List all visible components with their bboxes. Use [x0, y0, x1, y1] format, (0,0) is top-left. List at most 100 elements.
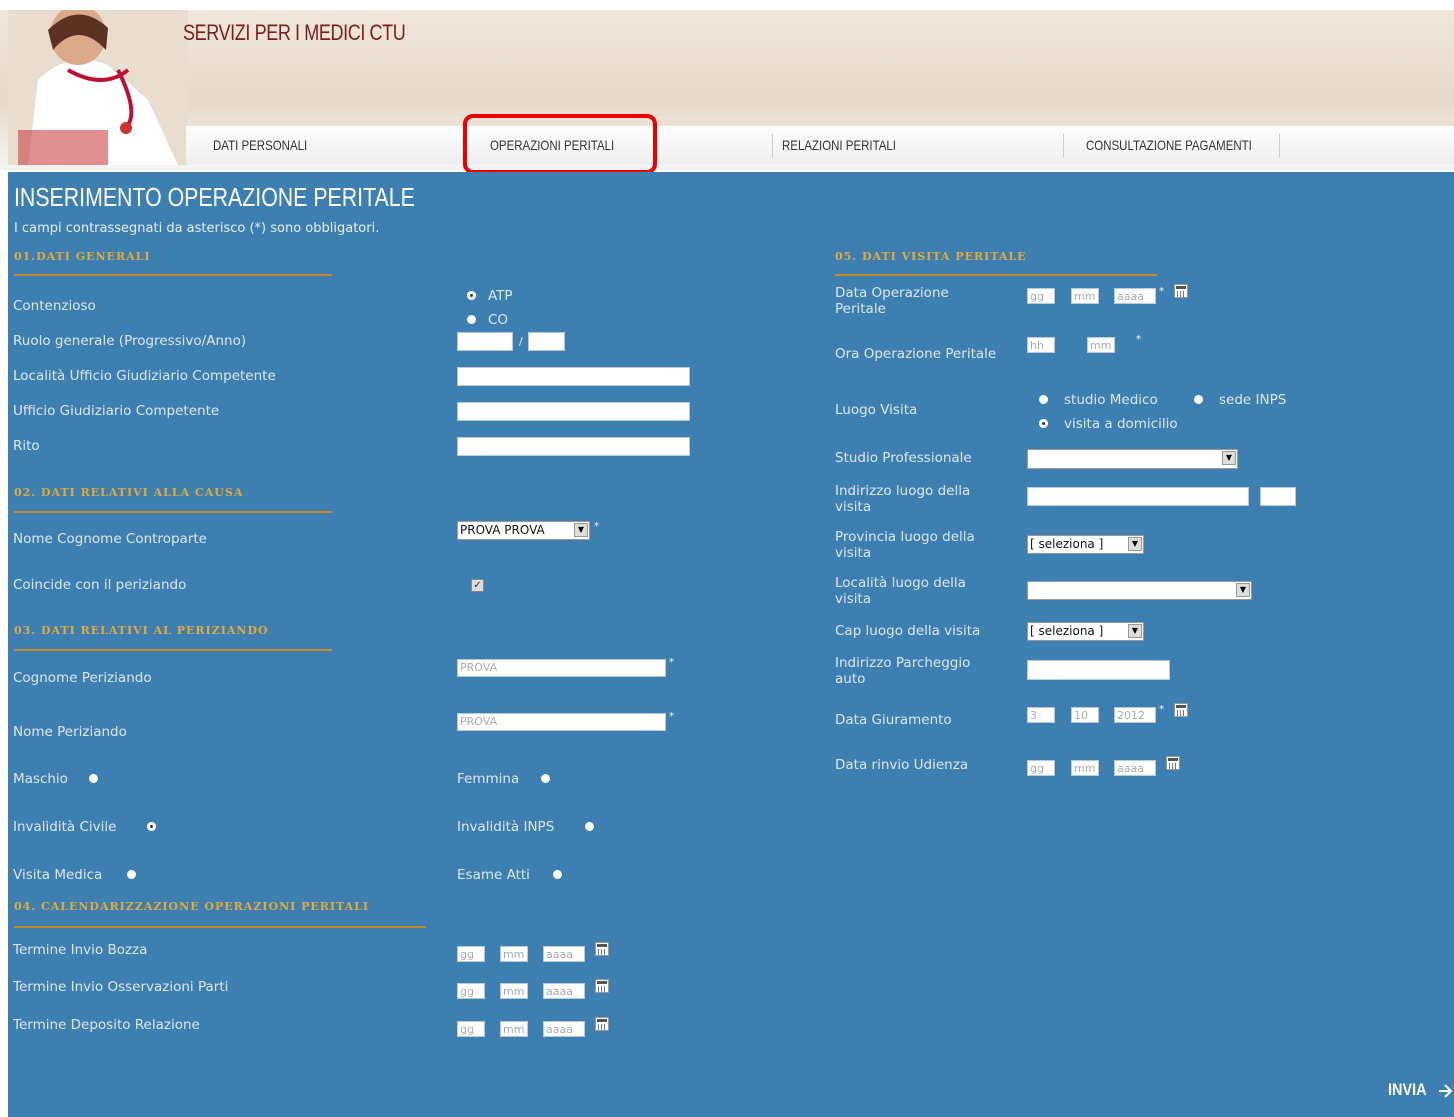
termine-deposito-day[interactable]: gg	[457, 1021, 485, 1037]
required-asterisk: *	[1136, 334, 1141, 345]
visita-medica-label: Visita Medica	[13, 867, 103, 883]
cap-visita-select[interactable]: [ seleziona ] ▼	[1027, 622, 1144, 641]
data-operazione-month[interactable]: mm	[1071, 288, 1099, 304]
calendar-icon[interactable]	[595, 942, 609, 956]
nav-dati-personali[interactable]: DATI PERSONALI	[213, 126, 307, 164]
calendar-icon[interactable]	[1166, 756, 1180, 770]
ruolo-separator: /	[519, 335, 523, 348]
section-title-calendarizzazione: 04. CALENDARIZZAZIONE OPERAZIONI PERITAL…	[14, 900, 370, 913]
data-rinvio-label: Data rinvio Udienza	[835, 757, 969, 773]
ruolo-anno-input[interactable]	[528, 332, 565, 351]
termine-bozza-year[interactable]: aaaa	[543, 946, 585, 962]
parcheggio-input[interactable]	[1027, 660, 1170, 680]
main-nav: DATI PERSONALI OPERAZIONI PERITALI RELAZ…	[186, 126, 1454, 164]
chevron-down-icon: ▼	[1236, 583, 1250, 597]
required-asterisk: *	[669, 657, 674, 668]
coincide-label: Coincide con il periziando	[13, 577, 187, 593]
invalidita-inps-radio[interactable]	[585, 822, 594, 831]
section-underline	[14, 274, 332, 276]
nav-divider	[1279, 134, 1280, 158]
termine-deposito-month[interactable]: mm	[500, 1021, 528, 1037]
header-top-strip	[0, 0, 1454, 10]
rito-label: Rito	[13, 438, 40, 454]
rinvio-month[interactable]: mm	[1071, 760, 1099, 776]
invalidita-civile-radio[interactable]	[147, 822, 156, 831]
ufficio-input[interactable]	[457, 402, 690, 421]
site-title: SERVIZI PER I MEDICI CTU	[183, 20, 406, 45]
luogo-domicilio-radio[interactable]	[1039, 419, 1048, 428]
header: SERVIZI PER I MEDICI CTU DATI PERSONALI …	[0, 0, 1454, 170]
provincia-visita-value: [ seleziona ]	[1030, 537, 1104, 551]
data-giuramento-label: Data Giuramento	[835, 712, 952, 728]
visita-medica-radio[interactable]	[127, 870, 136, 879]
required-asterisk: *	[1159, 704, 1164, 715]
maschio-label: Maschio	[13, 771, 68, 787]
localita-ufficio-label: Località Ufficio Giudiziario Competente	[13, 368, 276, 384]
invia-label: INVIA	[1388, 1080, 1427, 1099]
luogo-inps-radio[interactable]	[1194, 395, 1203, 404]
chevron-down-icon: ▼	[1128, 624, 1142, 638]
calendar-icon[interactable]	[1174, 284, 1188, 298]
termine-osservazioni-year[interactable]: aaaa	[543, 983, 585, 999]
termine-deposito-year[interactable]: aaaa	[543, 1021, 585, 1037]
contenzioso-co-label: CO	[488, 312, 509, 328]
data-operazione-year[interactable]: aaaa	[1114, 288, 1156, 304]
ruolo-progressivo-input[interactable]	[457, 332, 513, 351]
luogo-studio-radio[interactable]	[1039, 395, 1048, 404]
data-operazione-label: Data Operazione Peritale	[835, 285, 949, 317]
section-title-dati-generali: 01.DATI GENERALI	[14, 250, 151, 263]
coincide-checkbox[interactable]: ✓	[471, 579, 484, 592]
indirizzo-visita-input[interactable]	[1027, 487, 1249, 506]
invia-button[interactable]: INVIA	[1388, 1080, 1427, 1100]
contenzioso-label: Contenzioso	[13, 298, 96, 314]
nav-divider	[1063, 134, 1064, 158]
femmina-radio[interactable]	[541, 774, 550, 783]
provincia-visita-select[interactable]: [ seleziona ] ▼	[1027, 535, 1144, 554]
maschio-radio[interactable]	[89, 774, 98, 783]
section-underline	[835, 274, 1157, 276]
termine-osservazioni-day[interactable]: gg	[457, 983, 485, 999]
studio-professionale-select[interactable]: ▼	[1027, 449, 1238, 469]
controparte-value: PROVA PROVA	[460, 523, 545, 537]
controparte-select[interactable]: PROVA PROVA ▼	[457, 521, 590, 540]
section-title-visita: 05. DATI VISITA PERITALE	[835, 250, 1027, 263]
luogo-domicilio-label: visita a domicilio	[1064, 416, 1178, 432]
ora-operazione-hour[interactable]: hh	[1027, 337, 1055, 353]
chevron-down-icon: ▼	[1222, 451, 1236, 465]
nome-input[interactable]: PROVA	[457, 713, 666, 731]
rito-input[interactable]	[457, 437, 690, 456]
data-operazione-day[interactable]: gg	[1027, 288, 1055, 304]
termine-osservazioni-label: Termine Invio Osservazioni Parti	[13, 979, 229, 995]
required-note: I campi contrassegnati da asterisco (*) …	[14, 221, 380, 236]
nav-relazioni-peritali[interactable]: RELAZIONI PERITALI	[782, 126, 896, 164]
indirizzo-visita-label: Indirizzo luogo della visita	[835, 483, 971, 515]
nav-consultazione-pagamenti[interactable]: CONSULTAZIONE PAGAMENTI	[1086, 126, 1252, 164]
chevron-down-icon: ▼	[574, 523, 588, 537]
localita-visita-select[interactable]: ▼	[1027, 581, 1252, 600]
rinvio-year[interactable]: aaaa	[1114, 760, 1156, 776]
termine-bozza-day[interactable]: gg	[457, 946, 485, 962]
esame-atti-radio[interactable]	[553, 870, 562, 879]
required-asterisk: *	[669, 711, 674, 722]
giuramento-month[interactable]: 10	[1071, 707, 1099, 723]
invalidita-inps-label: Invalidità INPS	[457, 819, 555, 835]
calendar-icon[interactable]	[595, 1017, 609, 1031]
calendar-icon[interactable]	[595, 979, 609, 993]
cognome-input[interactable]: PROVA	[457, 659, 666, 677]
section-underline	[14, 649, 332, 651]
rinvio-day[interactable]: gg	[1027, 760, 1055, 776]
chevron-down-icon: ▼	[1128, 537, 1142, 551]
giuramento-year[interactable]: 2012	[1114, 707, 1156, 723]
termine-bozza-month[interactable]: mm	[500, 946, 528, 962]
section-title-periziando: 03. DATI RELATIVI AL PERIZIANDO	[14, 624, 269, 637]
cognome-label: Cognome Periziando	[13, 670, 152, 686]
contenzioso-atp-radio[interactable]	[467, 291, 476, 300]
contenzioso-co-radio[interactable]	[467, 315, 476, 324]
controparte-label: Nome Cognome Controparte	[13, 531, 207, 547]
termine-osservazioni-month[interactable]: mm	[500, 983, 528, 999]
localita-ufficio-input[interactable]	[457, 367, 690, 386]
civico-visita-input[interactable]	[1260, 487, 1296, 506]
ora-operazione-minute[interactable]: mm	[1087, 337, 1115, 353]
calendar-icon[interactable]	[1174, 703, 1188, 717]
giuramento-day[interactable]: 3	[1027, 707, 1055, 723]
